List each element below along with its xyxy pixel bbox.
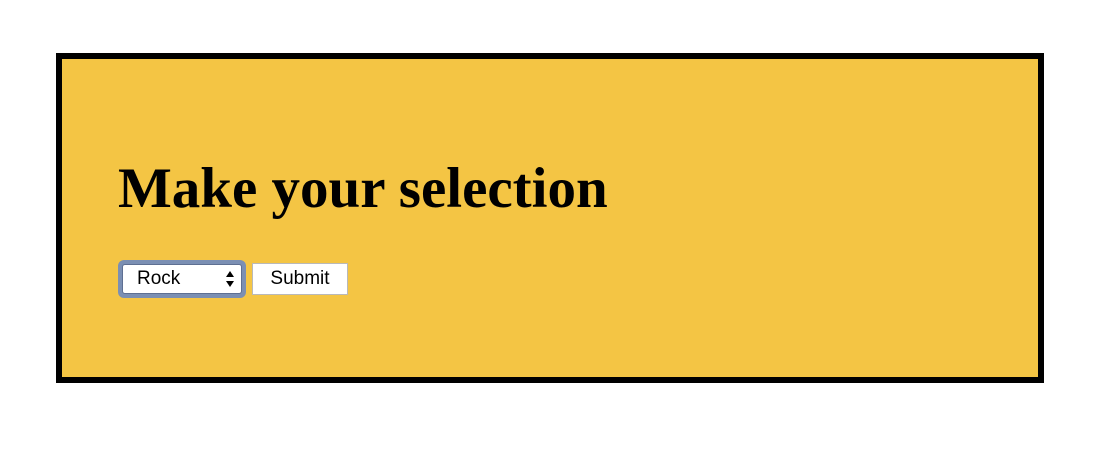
selection-panel: Make your selection Rock Submit <box>56 53 1044 383</box>
up-down-chevron-icon <box>226 271 234 287</box>
page-title: Make your selection <box>118 157 608 220</box>
submit-button[interactable]: Submit <box>252 263 348 295</box>
selection-form: Rock Submit <box>118 260 348 298</box>
selection-dropdown[interactable]: Rock <box>118 260 246 298</box>
selection-dropdown-box[interactable]: Rock <box>122 264 242 294</box>
selection-dropdown-value: Rock <box>137 268 181 289</box>
